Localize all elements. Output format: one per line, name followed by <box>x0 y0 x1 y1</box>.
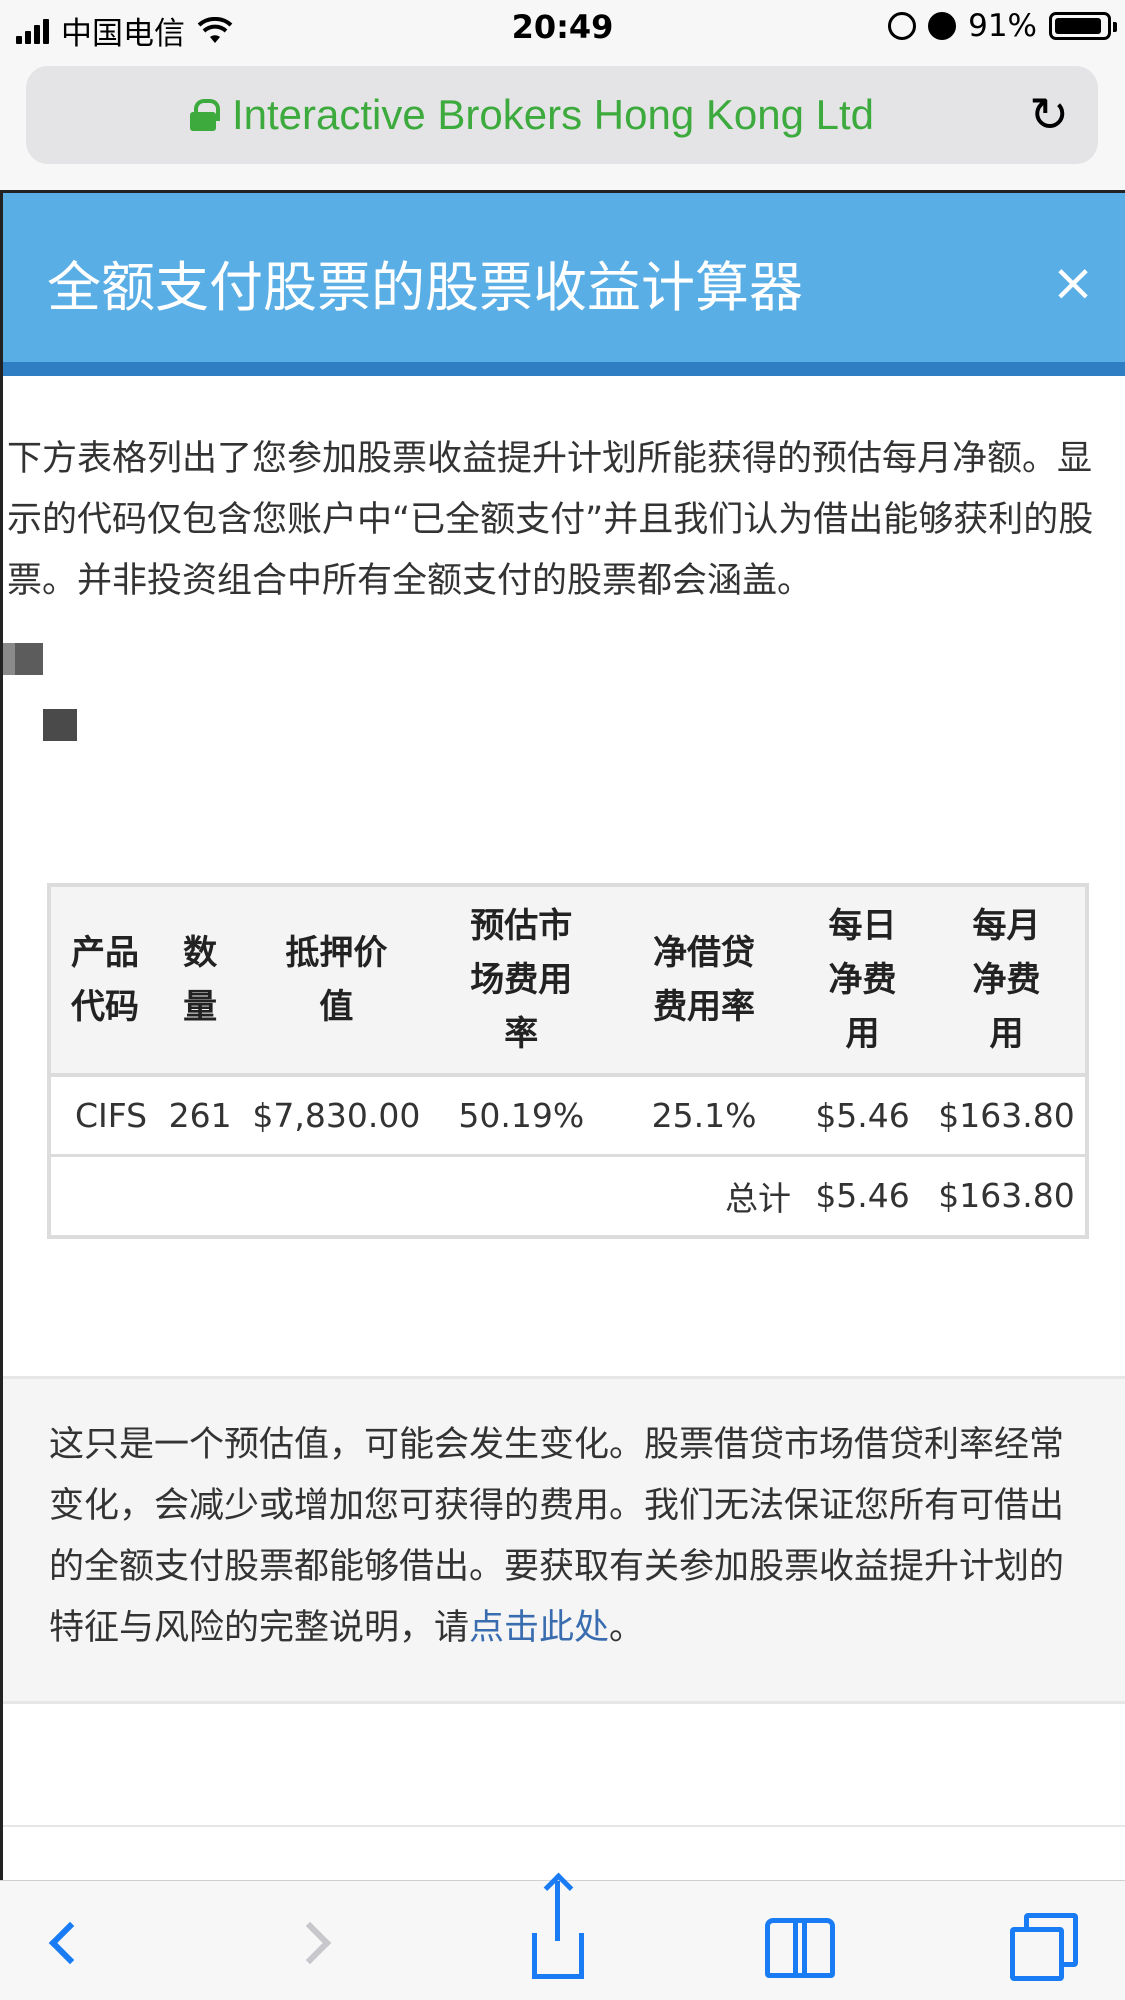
total-daily: $5.46 <box>815 1176 910 1216</box>
address-display[interactable]: Interactive Brokers Hong Kong Ltd <box>26 66 1038 164</box>
intro-text: 下方表格列出了您参加股票收益提升计划所能获得的预估每月净额。显示的代码仅包含您账… <box>7 439 1094 601</box>
close-icon[interactable]: × <box>1051 257 1095 309</box>
forward-icon <box>288 1921 332 1965</box>
site-name[interactable]: Interactive Brokers Hong Kong Ltd <box>232 91 874 139</box>
broken-image-icon <box>3 643 43 675</box>
forward-button[interactable] <box>270 1903 350 1983</box>
modal-header: 全额支付股票的股票收益计算器 × <box>3 193 1125 376</box>
total-label: 总计 <box>725 1178 792 1218</box>
divider <box>3 1825 1125 1827</box>
battery-icon <box>1049 12 1117 40</box>
bookmarks-button[interactable] <box>760 1903 840 1983</box>
browser-toolbar <box>0 1880 1125 2000</box>
status-right: 91% <box>888 8 1117 44</box>
earnings-table: 产品代码 数量 抵押价值 预估市场费用率 净借贷费用率 每日净费用 每月净费用 … <box>47 883 1089 1239</box>
cell-symbol: CIFS <box>75 1095 148 1135</box>
address-bar[interactable]: Interactive Brokers Hong Kong Ltd ↻ <box>26 66 1098 164</box>
modal-title: 全额支付股票的股票收益计算器 <box>47 256 803 319</box>
bookmarks-icon <box>765 1918 835 1978</box>
column-header: 预估市场费用率 <box>470 906 573 1054</box>
click-here-link[interactable]: 点击此处 <box>469 1608 609 1648</box>
web-page: 全额支付股票的股票收益计算器 × 下方表格列出了您参加股票收益提升计划所能获得的… <box>0 190 1125 1880</box>
column-header: 数量 <box>183 933 218 1027</box>
reload-icon[interactable]: ↻ <box>1022 88 1076 142</box>
table-total-row: 总计 $5.46 $163.80 <box>51 1155 1085 1235</box>
column-header: 每月净费用 <box>972 906 1041 1054</box>
orientation-lock-icon <box>888 12 917 40</box>
browser-address-area: Interactive Brokers Hong Kong Ltd ↻ <box>0 56 1125 190</box>
cell-market-rate: 50.19% <box>458 1095 585 1135</box>
cell-net-lending-rate: 25.1% <box>651 1095 757 1135</box>
broken-image-icon <box>43 709 77 741</box>
total-monthly: $163.80 <box>938 1176 1075 1216</box>
battery-percent: 91% <box>968 8 1037 44</box>
back-button[interactable] <box>30 1903 110 1983</box>
back-icon <box>48 1921 92 1965</box>
cell-daily-net: $5.46 <box>815 1095 910 1135</box>
disclaimer-suffix: 。 <box>609 1608 645 1648</box>
cell-monthly-net: $163.80 <box>938 1095 1075 1135</box>
share-button[interactable] <box>518 1881 598 1983</box>
disclaimer-box: 这只是一个预估值，可能会发生变化。股票借贷市场借贷利率经常变化，会减少或增加您可… <box>3 1376 1125 1704</box>
disclaimer-text: 这只是一个预估值，可能会发生变化。股票借贷市场借贷利率经常变化，会减少或增加您可… <box>49 1415 1089 1659</box>
column-header: 每日净费用 <box>828 906 897 1054</box>
cell-quantity: 261 <box>168 1095 232 1135</box>
status-bar: 中国电信 20:49 91% <box>0 0 1125 56</box>
header-accent-bar <box>3 362 1125 376</box>
share-icon <box>532 1881 584 1979</box>
tabs-button[interactable] <box>1000 1903 1080 1983</box>
lock-icon <box>189 99 220 131</box>
table-row: CIFS 261 $7,830.00 50.19% 25.1% $5.46 $1… <box>51 1075 1085 1155</box>
column-header: 产品代码 <box>70 933 139 1027</box>
table-header-row: 产品代码 数量 抵押价值 预估市场费用率 净借贷费用率 每日净费用 每月净费用 <box>51 887 1085 1075</box>
column-header: 净借贷费用率 <box>653 933 756 1027</box>
cell-collateral-value: $7,830.00 <box>252 1095 421 1135</box>
column-header: 抵押价值 <box>285 933 388 1027</box>
tabs-icon <box>1010 1913 1078 1981</box>
alarm-icon <box>928 12 957 40</box>
